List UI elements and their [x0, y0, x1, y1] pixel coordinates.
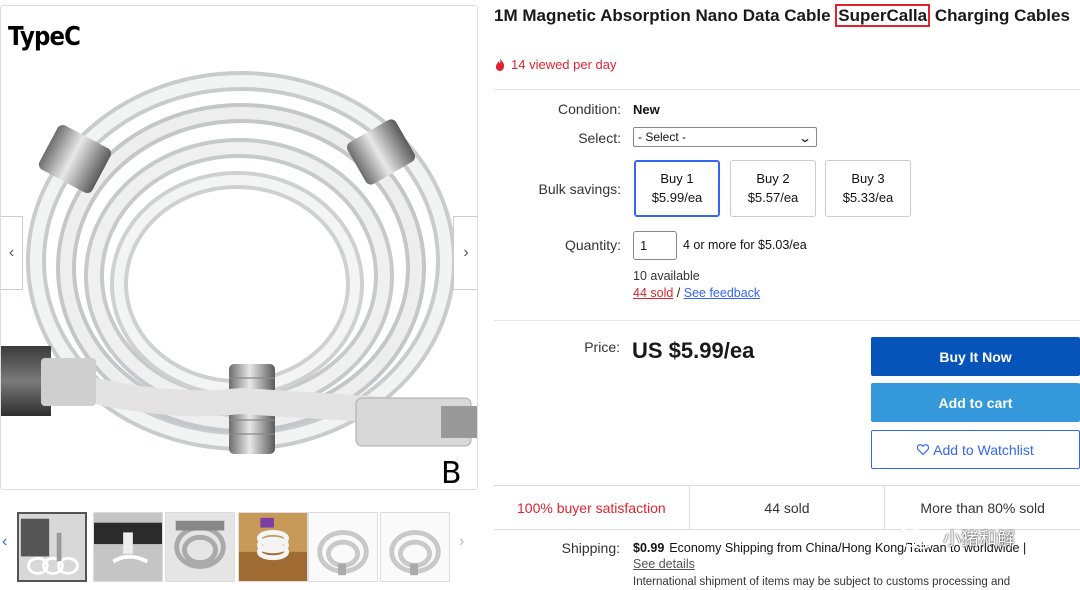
- flame-icon: [495, 58, 505, 71]
- bulk-qty: Buy 2: [756, 171, 790, 186]
- watchlist-label: Add to Watchlist: [933, 441, 1034, 458]
- heart-icon: [917, 444, 930, 455]
- feedback-link[interactable]: See feedback: [684, 286, 760, 300]
- price-value: US $5.99/ea: [632, 338, 755, 363]
- bulk-price: $5.57/ea: [747, 190, 799, 205]
- sold-percentage: More than 80% sold: [920, 499, 1045, 516]
- product-title: 1M Magnetic Absorption Nano Data Cable S…: [494, 4, 1080, 27]
- thumbnail[interactable]: [380, 512, 450, 582]
- product-image[interactable]: [1, 6, 478, 490]
- variant-select[interactable]: - Select - ⌄: [633, 127, 817, 147]
- bulk-savings-label: Bulk savings:: [538, 181, 621, 197]
- thumbnail[interactable]: [17, 512, 87, 582]
- thumbs-next-icon[interactable]: ›: [459, 533, 464, 551]
- chevron-down-icon: ⌄: [797, 131, 813, 145]
- bulk-option-3[interactable]: Buy 3 $5.33/ea: [825, 160, 911, 217]
- bulk-qty: Buy 1: [660, 171, 694, 186]
- buyer-satisfaction: 100% buyer satisfaction: [494, 486, 690, 529]
- thumbnail[interactable]: [93, 512, 163, 582]
- next-image-button[interactable]: ›: [453, 216, 477, 290]
- thumbnail[interactable]: [238, 512, 308, 582]
- variant-letter: B: [441, 456, 462, 490]
- views-text: 14 viewed per day: [511, 57, 617, 72]
- chevron-left-icon: ‹: [8, 244, 15, 261]
- shipping-cost: $0.99: [633, 541, 665, 555]
- chevron-right-icon: ›: [463, 244, 469, 261]
- select-label: Select:: [578, 130, 621, 146]
- stats-bar: 100% buyer satisfaction 44 sold More tha…: [494, 485, 1080, 530]
- divider: [494, 89, 1080, 90]
- thumbnail[interactable]: [308, 512, 378, 582]
- typec-label: TypeC: [8, 22, 81, 52]
- condition-value: New: [633, 102, 660, 117]
- wechat-icon: [897, 527, 933, 549]
- bulk-option-2[interactable]: Buy 2 $5.57/ea: [730, 160, 816, 217]
- prev-image-button[interactable]: ‹: [1, 216, 23, 290]
- bulk-price: $5.33/ea: [842, 190, 894, 205]
- views-indicator: 14 viewed per day: [494, 57, 617, 72]
- bulk-price: $5.99/ea: [651, 190, 703, 205]
- title-highlight: SuperCalla: [835, 4, 931, 27]
- watermark-text: 小猪和解: [943, 529, 1015, 549]
- image-gallery: TypeC B ‹ ›: [0, 5, 478, 490]
- sold-feedback-line: 44 sold / See feedback: [633, 286, 760, 300]
- quantity-input[interactable]: 1: [633, 231, 677, 260]
- thumbnail-strip: ‹ ›: [0, 505, 478, 590]
- bulk-option-1[interactable]: Buy 1 $5.99/ea: [634, 160, 720, 217]
- add-to-cart-button[interactable]: Add to cart: [871, 383, 1080, 422]
- add-to-watchlist-button[interactable]: Add to Watchlist: [871, 430, 1080, 469]
- sold-link[interactable]: 44 sold: [633, 286, 673, 300]
- available-count: 10 available: [633, 269, 700, 283]
- quantity-offer: 4 or more for $5.03/ea: [683, 238, 807, 252]
- title-text-start: 1M Magnetic Absorption Nano Data Cable: [494, 6, 836, 25]
- quantity-label: Quantity:: [564, 237, 621, 253]
- divider: [494, 320, 1080, 321]
- watermark: 小猪和解: [895, 525, 1015, 551]
- see-details-link[interactable]: See details: [633, 557, 695, 571]
- thumbnail[interactable]: [165, 512, 235, 582]
- shipping-label: Shipping:: [561, 540, 620, 556]
- separator: /: [673, 286, 684, 300]
- price-label: Price:: [584, 339, 620, 355]
- select-value: - Select -: [638, 130, 687, 144]
- buy-it-now-button[interactable]: Buy It Now: [871, 337, 1080, 376]
- condition-label: Condition:: [557, 101, 621, 117]
- title-text-end: Charging Cables: [930, 6, 1070, 25]
- sold-count: 44 sold: [690, 486, 886, 529]
- bulk-qty: Buy 3: [851, 171, 885, 186]
- thumbs-prev-icon[interactable]: ‹: [2, 533, 7, 551]
- international-note: International shipment of items may be s…: [633, 576, 1011, 588]
